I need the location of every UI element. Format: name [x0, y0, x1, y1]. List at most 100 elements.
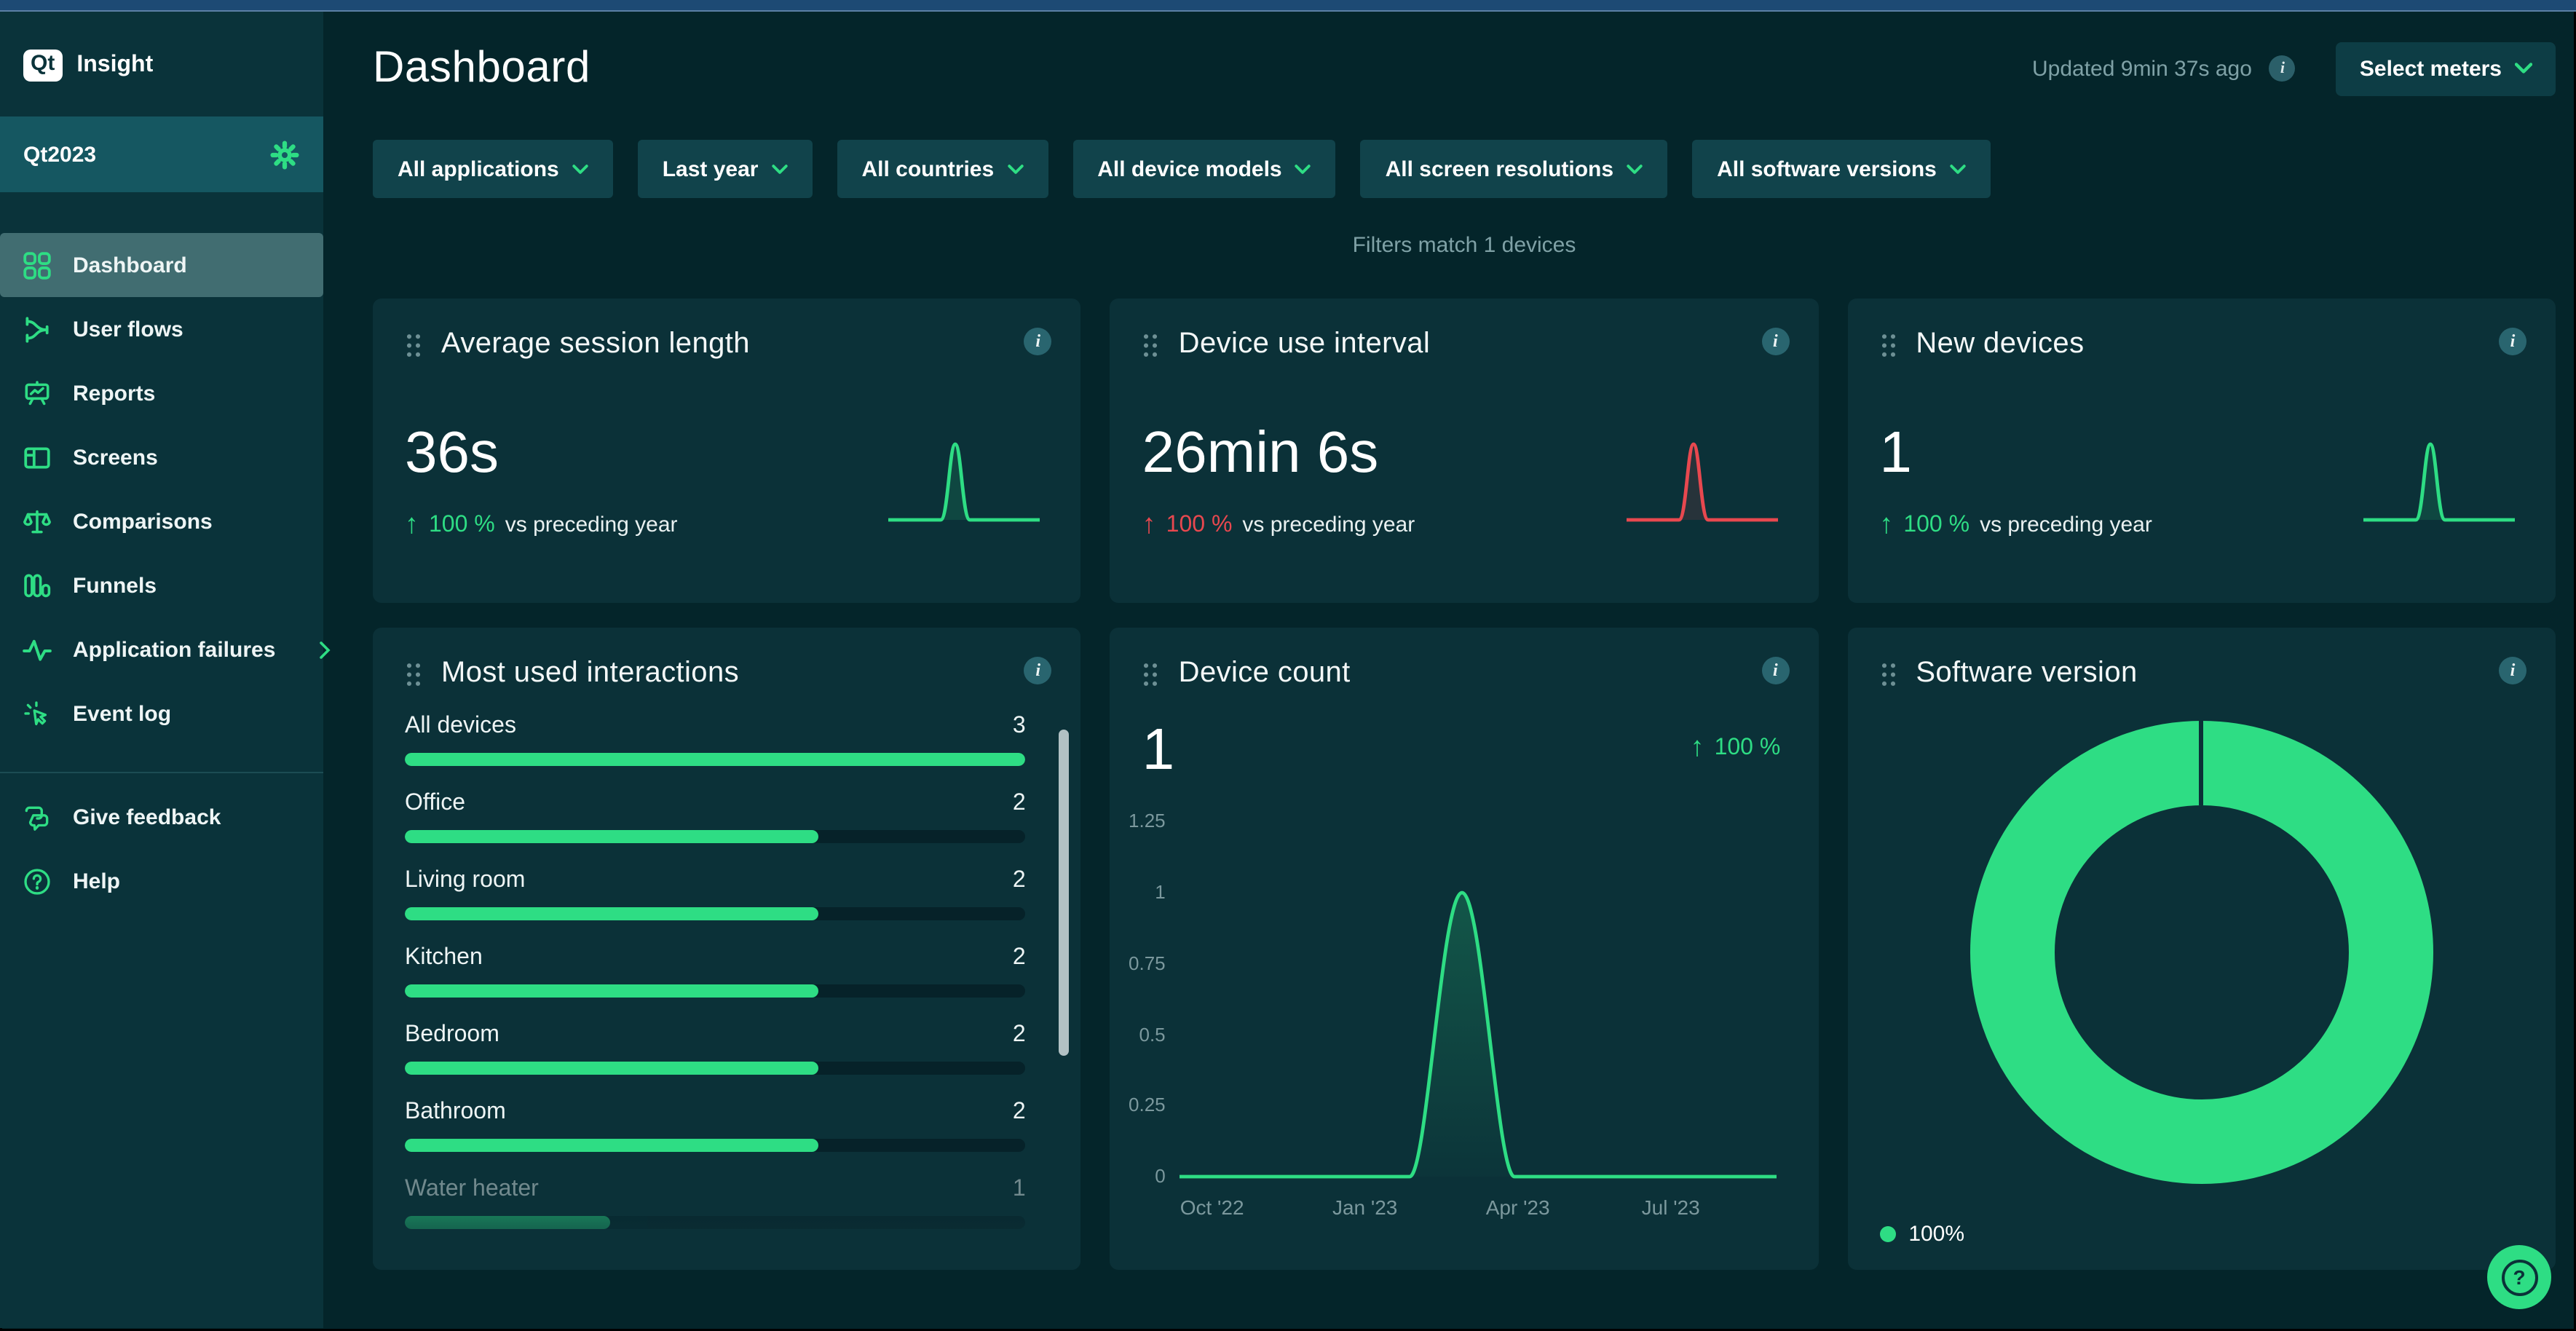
brand: Qt Insight	[0, 12, 323, 82]
updated-timestamp: Updated 9min 37s ago	[2032, 56, 2252, 81]
updated-info-icon[interactable]: i	[2269, 55, 2296, 82]
sparkline-chart	[2358, 430, 2521, 534]
interactions-list: All devices3 Office2 Living room2 K	[405, 714, 1049, 1229]
sidebar-item-screens[interactable]: Screens	[0, 425, 323, 489]
sidebar-item-reports[interactable]: Reports	[0, 361, 323, 425]
sidebar-item-comparisons[interactable]: Comparisons	[0, 489, 323, 553]
chevron-down-icon	[771, 164, 787, 174]
bar-fill	[405, 1062, 818, 1075]
filter-all-screen-resolutions[interactable]: All screen resolutions	[1361, 140, 1667, 198]
info-icon[interactable]: i	[2499, 657, 2526, 684]
event-log-icon	[20, 698, 52, 730]
filters-match-text: Filters match 1 devices	[373, 233, 2556, 258]
y-axis-tick: 0.25	[1110, 1094, 1166, 1115]
drag-handle-icon[interactable]	[405, 661, 421, 686]
bar-track	[405, 1216, 1026, 1229]
filter-all-device-models[interactable]: All device models	[1072, 140, 1335, 198]
project-name: Qt2023	[23, 142, 96, 167]
filter-bar: All applications Last year All countries…	[373, 140, 2556, 198]
list-item: Bedroom2	[405, 1022, 1026, 1075]
qt-logo: Qt	[23, 50, 62, 82]
legend-dot	[1879, 1226, 1895, 1242]
chevron-down-icon	[572, 164, 588, 174]
gear-icon[interactable]	[268, 138, 300, 170]
trend-up-icon: ↑	[1879, 511, 1893, 539]
filter-all-software-versions[interactable]: All software versions	[1692, 140, 1991, 198]
page-title: Dashboard	[373, 44, 590, 93]
sidebar-item-label: Event log	[73, 701, 171, 726]
kpi-value: 1	[1879, 421, 1912, 486]
bar-fill	[405, 1139, 818, 1152]
card-title: Most used interactions	[441, 657, 739, 690]
info-icon[interactable]: i	[1761, 657, 1789, 684]
legend-label: 100%	[1908, 1222, 1964, 1247]
x-axis-tick: Jan '23	[1314, 1196, 1416, 1219]
y-axis-tick: 1.25	[1110, 810, 1166, 832]
card-new-devices: New devices i 1 ↑ 100 % vs preceding yea…	[1847, 299, 2556, 603]
card-software-version: Software version i 100%	[1847, 628, 2556, 1270]
y-axis-tick: 0.5	[1110, 1024, 1166, 1046]
select-meters-button[interactable]: Select meters	[2336, 42, 2556, 95]
bar-track	[405, 753, 1026, 766]
kpi-delta: ↑ 100 %	[1691, 732, 1781, 765]
kpi-delta: ↑ 100 % vs preceding year	[1142, 511, 1415, 539]
select-meters-label: Select meters	[2360, 56, 2502, 81]
sidebar-item-user-flows[interactable]: User flows	[0, 297, 323, 361]
sidebar-item-label: Application failures	[73, 637, 275, 662]
dashboard-icon	[20, 249, 52, 281]
sidebar-item-label: Dashboard	[73, 253, 187, 277]
kpi-value: 1	[1142, 718, 1175, 783]
sidebar-item-help[interactable]: Help	[0, 849, 323, 913]
bar-fill	[405, 907, 818, 920]
sidebar-item-label: Comparisons	[73, 509, 213, 534]
drag-handle-icon[interactable]	[1142, 332, 1158, 357]
sidebar-item-application-failures[interactable]: Application failures	[0, 617, 323, 682]
scrollbar-thumb[interactable]	[1059, 730, 1070, 1056]
card-title: Software version	[1916, 657, 2137, 690]
filter-all-countries[interactable]: All countries	[837, 140, 1048, 198]
list-item: Kitchen2	[405, 945, 1026, 998]
sidebar-divider	[0, 772, 323, 773]
drag-handle-icon[interactable]	[1142, 661, 1158, 686]
sidebar-item-event-log[interactable]: Event log	[0, 682, 323, 746]
filter-all-applications[interactable]: All applications	[373, 140, 613, 198]
area-chart	[1177, 817, 1780, 1184]
funnels-icon	[20, 569, 52, 601]
card-most-used-interactions: Most used interactions i All devices3 Of…	[373, 628, 1081, 1270]
card-average-session-length: Average session length i 36s ↑ 100 % vs …	[373, 299, 1081, 603]
card-device-use-interval: Device use interval i 26min 6s ↑ 100 % v…	[1110, 299, 1819, 603]
user-flows-icon	[20, 313, 52, 345]
sidebar-item-label: Help	[73, 869, 120, 893]
y-axis-tick: 0.75	[1110, 952, 1166, 974]
list-item: Water heater1	[405, 1177, 1026, 1229]
drag-handle-icon[interactable]	[1879, 661, 1895, 686]
sidebar-item-dashboard[interactable]: Dashboard	[0, 233, 323, 297]
sparkline-chart	[883, 430, 1046, 534]
drag-handle-icon[interactable]	[1879, 332, 1895, 357]
info-icon[interactable]: i	[2499, 328, 2526, 355]
help-icon	[20, 865, 52, 897]
filter-time-range[interactable]: Last year	[638, 140, 813, 198]
project-selector[interactable]: Qt2023	[0, 116, 323, 192]
cards-grid: Average session length i 36s ↑ 100 % vs …	[373, 299, 2556, 1270]
sparkline-chart	[1620, 430, 1783, 534]
drag-handle-icon[interactable]	[405, 332, 421, 357]
bar-fill	[405, 830, 818, 843]
chart-legend: 100%	[1879, 1222, 1964, 1247]
bar-fill	[405, 1216, 609, 1229]
chevron-down-icon	[1007, 164, 1023, 174]
sidebar-item-funnels[interactable]: Funnels	[0, 553, 323, 617]
x-axis-tick: Jul '23	[1620, 1196, 1722, 1219]
main-content: Dashboard Updated 9min 37s ago i Select …	[323, 12, 2576, 1328]
chevron-down-icon	[2515, 63, 2532, 74]
sidebar-item-label: User flows	[73, 317, 183, 341]
list-item: Living room2	[405, 868, 1026, 920]
card-title: Average session length	[441, 328, 750, 361]
help-floating-button[interactable]: ?	[2487, 1245, 2551, 1309]
bar-track	[405, 1139, 1026, 1152]
screens-icon	[20, 441, 52, 473]
info-icon[interactable]: i	[1761, 328, 1789, 355]
sidebar-item-give-feedback[interactable]: Give feedback	[0, 785, 323, 849]
feedback-icon	[20, 801, 52, 833]
chevron-down-icon	[1627, 164, 1643, 174]
